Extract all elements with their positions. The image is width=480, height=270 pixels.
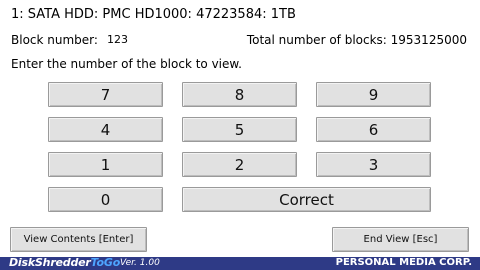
instruction-text: Enter the number of the block to view. [11, 57, 242, 71]
block-number-label: Block number: [11, 33, 98, 47]
total-blocks: Total number of blocks: 1953125000 [246, 33, 467, 47]
correct-button[interactable]: Correct [182, 187, 431, 212]
key-6[interactable]: 6 [316, 117, 431, 142]
logo-text: DiskShredder [9, 256, 91, 269]
company-name: PERSONAL MEDIA CORP. [335, 257, 472, 268]
key-7[interactable]: 7 [48, 82, 163, 107]
key-9[interactable]: 9 [316, 82, 431, 107]
device-info: 1: SATA HDD: PMC HD1000: 47223584: 1TB [11, 7, 296, 22]
view-contents-button[interactable]: View Contents [Enter] [10, 227, 147, 252]
key-2[interactable]: 2 [182, 152, 297, 177]
app-logo: DiskShredderToGo [9, 256, 120, 269]
block-number-value: 123 [107, 33, 128, 46]
key-5[interactable]: 5 [182, 117, 297, 142]
key-4[interactable]: 4 [48, 117, 163, 142]
end-view-button[interactable]: End View [Esc] [332, 227, 469, 252]
key-8[interactable]: 8 [182, 82, 297, 107]
logo-togo: ToGo [90, 256, 121, 269]
footer-bar: DiskShredderToGo Ver. 1.00 PERSONAL MEDI… [0, 256, 480, 270]
version-text: Ver. 1.00 [120, 258, 160, 268]
key-0[interactable]: 0 [48, 187, 163, 212]
key-1[interactable]: 1 [48, 152, 163, 177]
key-3[interactable]: 3 [316, 152, 431, 177]
